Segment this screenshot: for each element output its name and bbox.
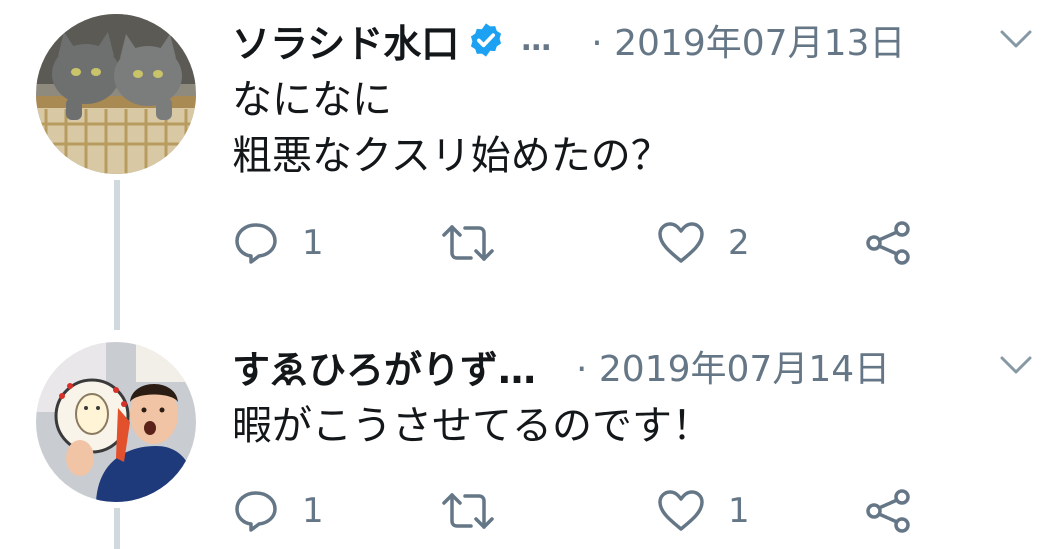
tweet-1-actions: 1 2 — [232, 218, 932, 268]
name-overflow: … — [521, 22, 552, 58]
heart-icon — [658, 490, 704, 531]
share-nodes-icon — [866, 221, 910, 265]
tweet-2-header: すゑひろがりず… · 2019年07月14日 — [232, 338, 890, 394]
tweet-2-actions: 1 1 — [232, 486, 932, 536]
speech-bubble-icon — [235, 491, 277, 532]
heart-icon — [658, 222, 704, 263]
retweet-button[interactable] — [440, 486, 518, 536]
retweet-arrows-icon — [442, 493, 494, 529]
verified-badge-icon — [471, 23, 502, 57]
retweet-button[interactable] — [440, 218, 518, 268]
share-button[interactable] — [864, 218, 914, 268]
reply-count: 1 — [302, 491, 324, 531]
tweet-date[interactable]: · 2019年07月13日 — [591, 14, 905, 66]
tweet-text: なになに 粗悪なクスリ始めたの？ — [232, 77, 671, 179]
thread-line-upper — [114, 180, 120, 330]
retweet-arrows-icon — [442, 225, 494, 261]
tweet-date[interactable]: · 2019年07月14日 — [576, 340, 890, 392]
tweet-1-header: ソラシド水口 … · 2019年07月13日 — [232, 12, 905, 68]
avatar-man-with-drum[interactable] — [36, 342, 196, 502]
share-nodes-icon — [866, 489, 910, 533]
thread-line-lower — [114, 508, 120, 549]
like-button[interactable]: 2 — [656, 218, 750, 268]
share-button[interactable] — [864, 486, 914, 536]
reply-count: 1 — [302, 223, 324, 263]
like-count: 1 — [728, 491, 750, 531]
reply-button[interactable]: 1 — [232, 218, 324, 268]
like-count: 2 — [728, 223, 750, 263]
speech-bubble-icon — [235, 223, 277, 264]
tweet-text: 暇がこうさせてるのです！ — [232, 403, 712, 449]
chevron-down-icon[interactable] — [996, 24, 1036, 54]
chevron-down-icon[interactable] — [996, 350, 1036, 380]
author-name[interactable]: ソラシド水口 — [232, 13, 459, 68]
author-name[interactable]: すゑひろがりず… — [232, 339, 536, 394]
like-button[interactable]: 1 — [656, 486, 750, 536]
avatar-cats[interactable] — [36, 14, 196, 174]
reply-button[interactable]: 1 — [232, 486, 324, 536]
